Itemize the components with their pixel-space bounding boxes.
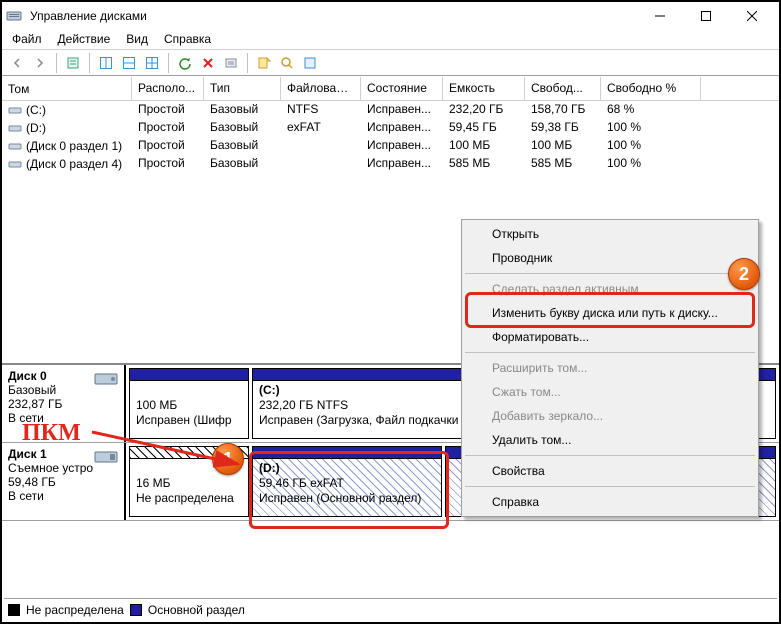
cm-mirror: Добавить зеркало... [464, 404, 756, 428]
legend-primary: Основной раздел [148, 603, 245, 617]
drive-icon [8, 122, 22, 134]
cm-make-active: Сделать раздел активным [464, 277, 756, 301]
legend-unallocated: Не распределена [26, 603, 124, 617]
drive-icon [8, 158, 22, 170]
th-filesystem[interactable]: Файловая с... [281, 77, 361, 100]
annotation-badge-2: 2 [728, 258, 760, 290]
back-icon[interactable] [6, 52, 28, 74]
search-icon[interactable] [276, 52, 298, 74]
menu-view[interactable]: Вид [118, 30, 156, 49]
menu-file[interactable]: Файл [4, 30, 50, 49]
new-icon[interactable] [253, 52, 275, 74]
cell-cap: 232,20 ГБ [443, 101, 525, 119]
forward-icon[interactable] [29, 52, 51, 74]
close-button[interactable] [729, 2, 775, 30]
disk-1-partition-1[interactable]: (D:) 59,46 ГБ exFAT Исправен (Основной р… [252, 446, 442, 517]
toolbar [2, 50, 779, 76]
disk-1-type: Съемное устро [8, 461, 93, 475]
legend-swatch-unallocated [8, 604, 20, 616]
sheet-icon[interactable] [299, 52, 321, 74]
delete-icon[interactable] [197, 52, 219, 74]
cell-fs: NTFS [281, 101, 361, 119]
disk-1-status: В сети [8, 489, 44, 503]
cm-format[interactable]: Форматировать... [464, 325, 756, 349]
cell-state: Исправен... [361, 101, 443, 119]
cm-change-letter[interactable]: Изменить букву диска или путь к диску... [464, 301, 756, 325]
view3-icon[interactable] [141, 52, 163, 74]
table-row[interactable]: (Диск 0 раздел 1) Простой Базовый Исправ… [2, 137, 779, 155]
drive-icon [8, 104, 22, 116]
menu-action[interactable]: Действие [50, 30, 119, 49]
hdd-icon [94, 371, 118, 387]
annotation-pkm-label: ПКМ [22, 420, 81, 447]
disk-0-type: Базовый [8, 383, 56, 397]
disk-0-size: 232,87 ГБ [8, 397, 62, 411]
table-row[interactable]: (Диск 0 раздел 4) Простой Базовый Исправ… [2, 155, 779, 173]
cm-help[interactable]: Справка [464, 490, 756, 514]
cm-open[interactable]: Открыть [464, 222, 756, 246]
table-body: (C:) Простой Базовый NTFS Исправен... 23… [2, 101, 779, 185]
cell-type: Базовый [204, 101, 281, 119]
th-free[interactable]: Свобод... [525, 77, 601, 100]
maximize-button[interactable] [683, 2, 729, 30]
legend: Не распределена Основной раздел [4, 598, 777, 620]
table-row[interactable]: (D:) Простой Базовый exFAT Исправен... 5… [2, 119, 779, 137]
th-capacity[interactable]: Емкость [443, 77, 525, 100]
annotation-arrow [90, 420, 250, 470]
cell-vol: (C:) [26, 103, 46, 117]
window-title: Управление дисками [30, 9, 637, 23]
th-location[interactable]: Располо... [132, 77, 204, 100]
disk-0-name: Диск 0 [8, 369, 47, 383]
cm-delete[interactable]: Удалить том... [464, 428, 756, 452]
cell-vol: (D:) [26, 121, 46, 135]
cell-vol: (Диск 0 раздел 1) [26, 139, 122, 153]
th-volume[interactable]: Том [2, 77, 132, 100]
menu-help[interactable]: Справка [156, 30, 219, 49]
view1-icon[interactable] [95, 52, 117, 74]
cell-vol: (Диск 0 раздел 4) [26, 157, 122, 171]
volume-table: Том Располо... Тип Файловая с... Состоян… [2, 76, 779, 185]
th-freepct[interactable]: Свободно % [601, 77, 701, 100]
disk-1-name: Диск 1 [8, 447, 47, 461]
table-header: Том Располо... Тип Файловая с... Состоян… [2, 77, 779, 101]
list-icon[interactable] [220, 52, 242, 74]
properties-icon[interactable] [62, 52, 84, 74]
cm-extend: Расширить том... [464, 356, 756, 380]
th-state[interactable]: Состояние [361, 77, 443, 100]
cell-pct: 68 % [601, 101, 701, 119]
minimize-button[interactable] [637, 2, 683, 30]
menubar: Файл Действие Вид Справка [2, 30, 779, 50]
cm-shrink: Сжать том... [464, 380, 756, 404]
table-row[interactable]: (C:) Простой Базовый NTFS Исправен... 23… [2, 101, 779, 119]
titlebar: Управление дисками [2, 2, 779, 30]
drive-icon [8, 140, 22, 152]
cm-props[interactable]: Свойства [464, 459, 756, 483]
cell-loc: Простой [132, 101, 204, 119]
refresh-icon[interactable] [174, 52, 196, 74]
th-type[interactable]: Тип [204, 77, 281, 100]
app-icon [6, 9, 22, 23]
cm-explorer[interactable]: Проводник [464, 246, 756, 270]
legend-swatch-primary [130, 604, 142, 616]
disk-1-size: 59,48 ГБ [8, 475, 56, 489]
cell-free: 158,70 ГБ [525, 101, 601, 119]
view2-icon[interactable] [118, 52, 140, 74]
context-menu: Открыть Проводник Сделать раздел активны… [461, 219, 759, 517]
